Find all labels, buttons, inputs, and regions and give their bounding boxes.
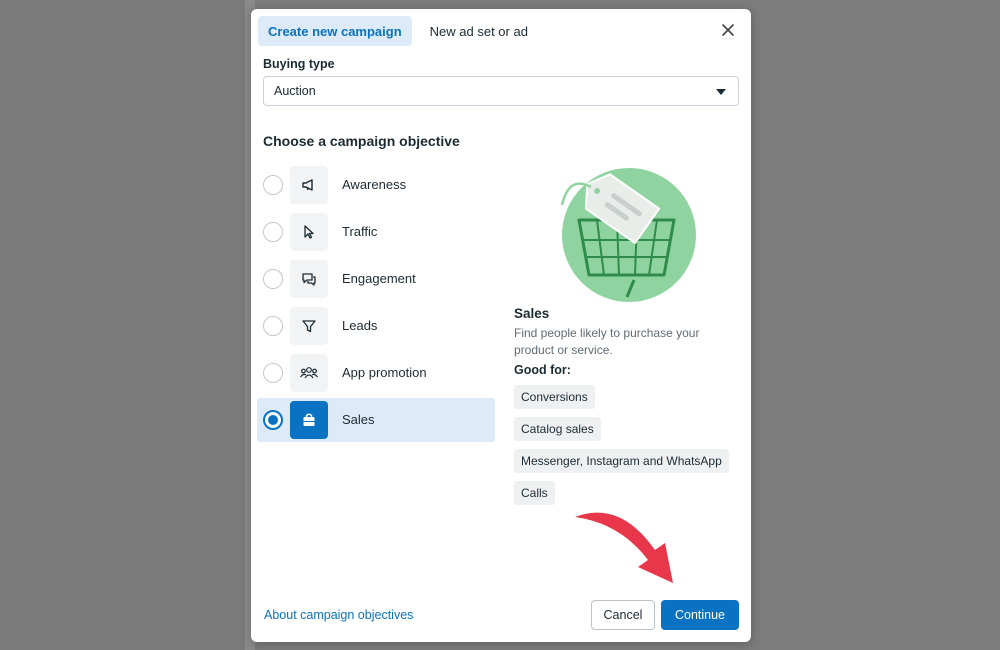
objective-option-leads[interactable]: Leads bbox=[257, 304, 495, 348]
option-label: Leads bbox=[342, 318, 378, 333]
chip-messenger-instagram-whatsapp: Messenger, Instagram and WhatsApp bbox=[514, 449, 729, 473]
objective-option-sales[interactable]: Sales bbox=[257, 398, 495, 442]
tab-new-ad-set-or-ad[interactable]: New ad set or ad bbox=[420, 16, 538, 46]
caret-down-icon bbox=[716, 89, 726, 95]
cursor-icon bbox=[290, 213, 328, 251]
chip-conversions: Conversions bbox=[514, 385, 595, 409]
detail-title: Sales bbox=[514, 306, 550, 321]
about-campaign-objectives-link[interactable]: About campaign objectives bbox=[264, 608, 413, 622]
modal-tabs: Create new campaign New ad set or ad bbox=[258, 16, 538, 46]
tab-create-new-campaign[interactable]: Create new campaign bbox=[258, 16, 412, 46]
radio-button[interactable] bbox=[263, 222, 283, 242]
close-icon[interactable] bbox=[719, 21, 737, 39]
good-for-label: Good for: bbox=[514, 363, 571, 377]
red-arrow-annotation bbox=[575, 512, 673, 583]
buying-type-label: Buying type bbox=[263, 57, 335, 71]
cancel-button[interactable]: Cancel bbox=[591, 600, 655, 630]
objective-title: Choose a campaign objective bbox=[263, 133, 460, 149]
radio-button[interactable] bbox=[263, 269, 283, 289]
megaphone-icon bbox=[290, 166, 328, 204]
chat-bubbles-icon bbox=[290, 260, 328, 298]
radio-button-selected[interactable] bbox=[263, 410, 283, 430]
radio-button[interactable] bbox=[263, 363, 283, 383]
option-label: Awareness bbox=[342, 177, 407, 192]
buying-type-select[interactable]: Auction bbox=[263, 76, 739, 106]
shopping-bag-icon bbox=[290, 401, 328, 439]
good-for-chips: Conversions Catalog sales Messenger, Ins… bbox=[514, 385, 744, 513]
detail-description: Find people likely to purchase your prod… bbox=[514, 326, 700, 357]
option-label: Sales bbox=[342, 412, 375, 427]
continue-button[interactable]: Continue bbox=[661, 600, 739, 630]
radio-button[interactable] bbox=[263, 316, 283, 336]
option-label: Engagement bbox=[342, 271, 416, 286]
option-label: App promotion bbox=[342, 365, 427, 380]
objective-option-app-promotion[interactable]: App promotion bbox=[257, 351, 495, 395]
radio-button[interactable] bbox=[263, 175, 283, 195]
shopping-cart-tag-illustration bbox=[560, 168, 696, 302]
people-icon bbox=[290, 354, 328, 392]
filter-icon bbox=[290, 307, 328, 345]
chip-catalog-sales: Catalog sales bbox=[514, 417, 601, 441]
objective-options: Awareness Traffic Engagement Leads App p… bbox=[257, 163, 495, 445]
buying-type-value: Auction bbox=[274, 84, 316, 98]
background-page bbox=[0, 0, 245, 650]
option-label: Traffic bbox=[342, 224, 378, 239]
objective-option-traffic[interactable]: Traffic bbox=[257, 210, 495, 254]
objective-option-awareness[interactable]: Awareness bbox=[257, 163, 495, 207]
chip-calls: Calls bbox=[514, 481, 555, 505]
objective-option-engagement[interactable]: Engagement bbox=[257, 257, 495, 301]
